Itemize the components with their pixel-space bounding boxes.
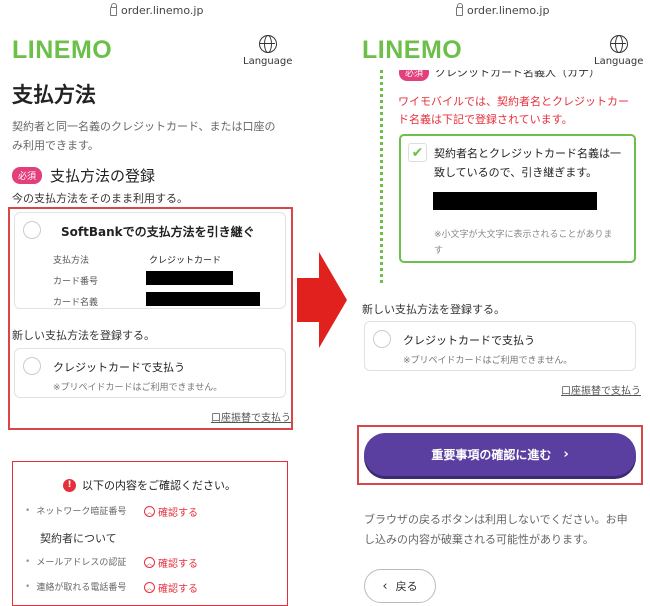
globe-icon <box>258 35 277 53</box>
credit-option-note: ※プリペイドカードはご利用できません。 <box>53 383 223 393</box>
linemo-logo[interactable]: LINEMO <box>362 36 462 65</box>
credit-option-card[interactable]: クレジットカードで支払う ※プリペイドカードはご利用できません。 <box>14 348 286 398</box>
lock-icon <box>456 3 463 16</box>
softbank-option-title: SoftBankでの支払方法を引き継ぐ <box>61 225 255 239</box>
required-badge: 必須 <box>12 167 43 184</box>
chevron-left-icon: ‹ <box>382 578 388 594</box>
chevron-up-icon: ︿ <box>144 582 155 593</box>
row-label: 支払方法 <box>53 256 90 266</box>
credit-option-title: クレジットカードで支払う <box>403 334 535 347</box>
proceed-button[interactable]: 重要事項の確認に進む › <box>364 433 636 476</box>
row-label: カード名義 <box>53 298 99 308</box>
confirm-link[interactable]: ︿ 確認する <box>144 580 198 595</box>
confirm-item: • 連絡が取れる電話番号 <box>25 581 127 594</box>
check-note: ※小文字が大文字に表示されることがあります <box>434 230 613 256</box>
confirm-header: ! 以下の内容をご確認ください。 <box>63 477 236 493</box>
partial-field: 必須 クレジットカード名義人（カナ） <box>395 70 635 82</box>
section-header: 必須 支払方法の登録 <box>12 165 155 186</box>
chevron-up-icon: ︿ <box>144 557 155 568</box>
check-text: 契約者名とクレジットカード名義は一 致しているので、引き継ぎます。 <box>434 147 621 179</box>
row-label: カード番号 <box>53 277 99 287</box>
credit-option-card[interactable]: クレジットカードで支払う ※プリペイドカードはご利用できません。 <box>364 321 636 371</box>
back-button[interactable]: ‹ 戻る <box>364 569 436 603</box>
linemo-logo[interactable]: LINEMO <box>12 36 112 65</box>
warning-text: ワイモバイルでは、契約者名とクレジットカー ド名義は下記で登録されています。 <box>398 95 629 126</box>
browser-url[interactable]: order.linemo.jp <box>456 3 549 17</box>
confirm-box: ! 以下の内容をご確認ください。 • ネットワーク暗証番号 ︿ 確認する 契約者につ… <box>12 461 288 606</box>
redacted-kana-name <box>433 192 597 210</box>
inherit-check-card[interactable]: ✔ 契約者名とクレジットカード名義は一 致しているので、引き継ぎます。 ※小文字が… <box>399 134 636 263</box>
language-button[interactable]: Language <box>243 35 292 67</box>
confirm-link[interactable]: ︿ 確認する <box>144 504 198 519</box>
contractor-heading: 契約者について <box>40 532 117 545</box>
confirm-item: • ネットワーク暗証番号 <box>25 505 127 518</box>
softbank-radio[interactable] <box>23 221 41 239</box>
bank-transfer-link[interactable]: 口座振替で支払う <box>211 409 291 424</box>
confirm-link[interactable]: ︿ 確認する <box>144 555 198 570</box>
lock-icon <box>110 3 117 16</box>
browser-back-note: ブラウザの戻るボタンは利用しないでください。お申 し込みの内容が破棄される可能性が… <box>364 513 628 546</box>
chevron-up-icon: ︿ <box>144 506 155 517</box>
softbank-option-card[interactable]: SoftBankでの支払方法を引き継ぐ 支払方法 クレジットカード カード番号 … <box>14 212 286 309</box>
credit-radio[interactable] <box>23 357 41 375</box>
checkbox-checked-icon[interactable]: ✔ <box>408 143 427 162</box>
intro-text: 契約者と同一名義のクレジットカード、または口座の み利用できます。 <box>12 120 276 152</box>
redacted-card-number <box>146 271 233 285</box>
credit-option-note: ※プリペイドカードはご利用できません。 <box>403 356 573 366</box>
section-title: 支払方法の登録 <box>50 167 156 185</box>
page-title: 支払方法 <box>12 83 96 107</box>
language-button[interactable]: Language <box>594 35 643 67</box>
credit-radio[interactable] <box>373 330 391 348</box>
bank-transfer-link[interactable]: 口座振替で支払う <box>561 382 641 397</box>
transition-arrow-icon <box>297 252 347 348</box>
row-value: クレジットカード <box>149 256 222 266</box>
required-badge: 必須 <box>399 70 430 81</box>
globe-icon <box>609 35 628 53</box>
register-new-label: 新しい支払方法を登録する。 <box>362 303 505 316</box>
register-new-label: 新しい支払方法を登録する。 <box>12 329 155 342</box>
partial-label: クレジットカード名義人（カナ） <box>435 70 600 79</box>
dotted-guide <box>380 70 383 285</box>
keep-current-label: 今の支払方法をそのまま利用する。 <box>12 192 188 205</box>
alert-icon: ! <box>63 478 76 492</box>
browser-url[interactable]: order.linemo.jp <box>110 3 203 17</box>
chevron-right-icon: › <box>563 447 569 462</box>
confirm-item: • メールアドレスの認証 <box>25 556 127 569</box>
credit-option-title: クレジットカードで支払う <box>53 361 185 374</box>
redacted-card-name <box>146 292 260 306</box>
